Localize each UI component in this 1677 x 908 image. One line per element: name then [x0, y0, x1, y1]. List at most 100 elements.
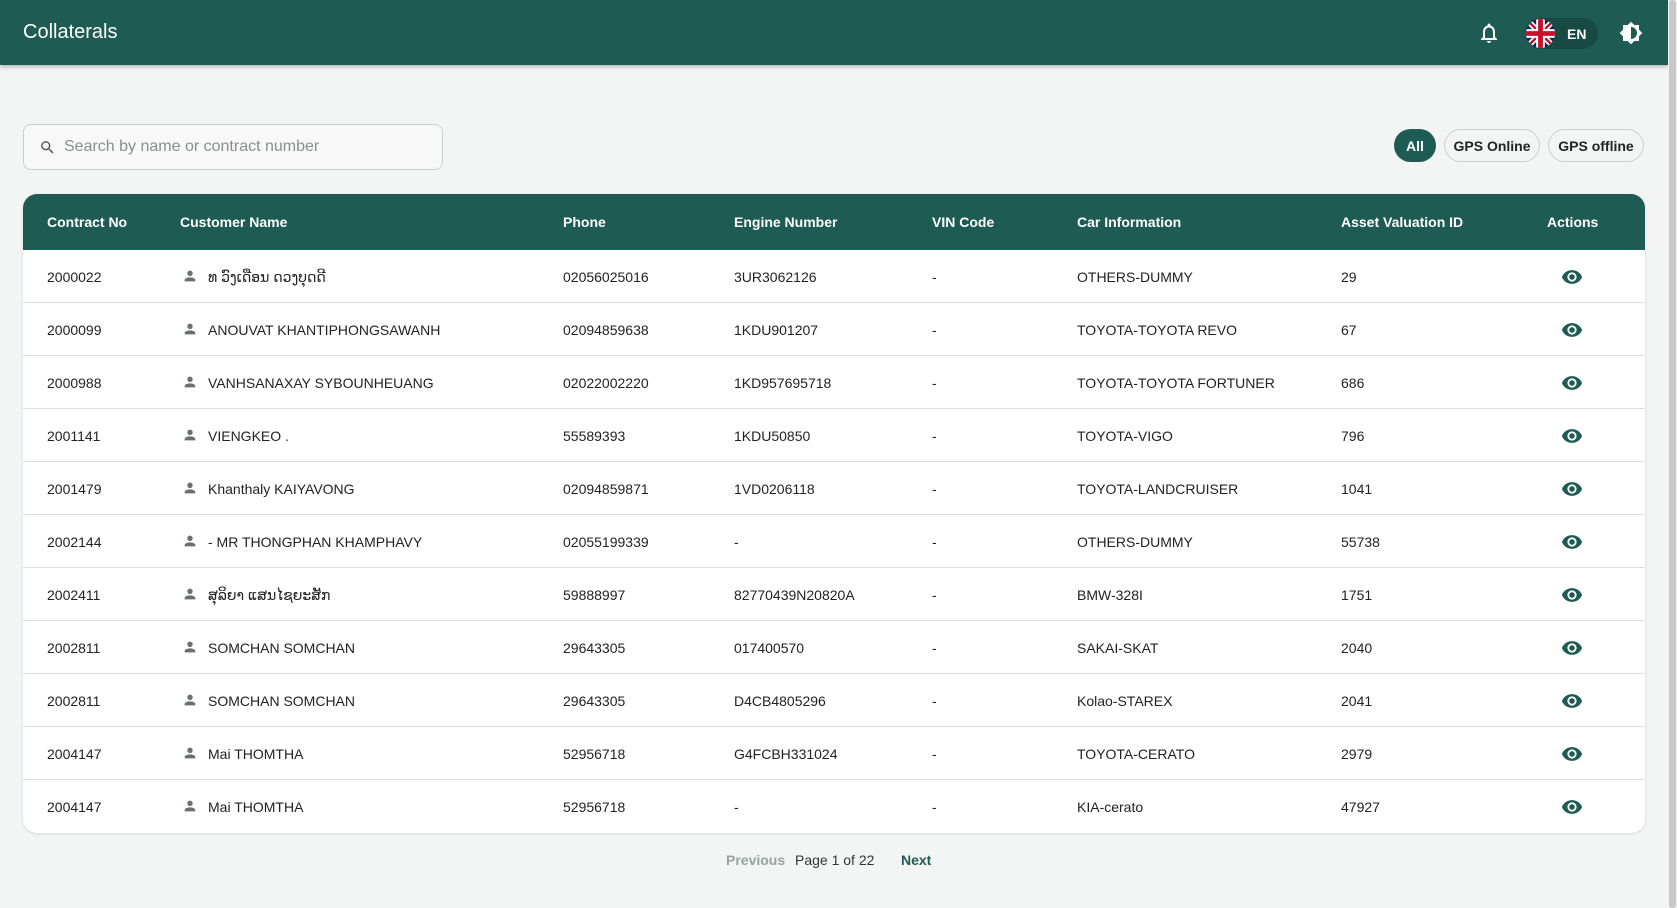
person-icon [182, 321, 198, 337]
customer-name-cell: Mai THOMTHA [208, 799, 304, 815]
contract-no-cell: 2004147 [47, 799, 102, 815]
engine-number-cell: 1KDU901207 [734, 322, 819, 338]
language-switcher[interactable]: EN [1525, 18, 1598, 49]
view-eye-icon[interactable] [1561, 584, 1583, 606]
person-icon [182, 374, 198, 390]
phone-cell: 02094859871 [563, 481, 649, 497]
column-header-asset-valuation-id[interactable]: Asset Valuation ID [1341, 214, 1463, 230]
vin-code-cell: - [932, 322, 937, 338]
view-eye-icon[interactable] [1561, 478, 1583, 500]
table-row[interactable]: 2002411 ສຸລິຍາ ແສນໄຊຍະສັກ 59888997 82770… [23, 568, 1645, 621]
customer-name-cell: SOMCHAN SOMCHAN [208, 693, 356, 709]
asset-valuation-id-cell: 2979 [1341, 746, 1373, 762]
person-icon [182, 798, 198, 814]
phone-cell: 02056025016 [563, 269, 649, 285]
column-header-vin-code[interactable]: VIN Code [932, 214, 994, 230]
page-info: Page 1 of 22 [795, 852, 875, 868]
contract-no-cell: 2000988 [47, 375, 102, 391]
filter-gps-offline-chip[interactable]: GPS offline [1548, 129, 1644, 162]
table-header: Contract No Customer Name Phone Engine N… [23, 194, 1645, 250]
car-information-cell: OTHERS-DUMMY [1077, 534, 1193, 550]
vin-code-cell: - [932, 269, 937, 285]
view-eye-icon[interactable] [1561, 372, 1583, 394]
column-header-actions: Actions [1547, 214, 1599, 230]
next-page-button[interactable]: Next [901, 852, 931, 868]
column-header-car-information[interactable]: Car Information [1077, 214, 1181, 230]
phone-cell: 29643305 [563, 693, 626, 709]
phone-cell: 02094859638 [563, 322, 649, 338]
person-icon [182, 745, 198, 761]
person-icon [182, 480, 198, 496]
contract-no-cell: 2001141 [47, 428, 101, 444]
uk-flag-icon [1526, 19, 1555, 48]
table-row[interactable]: 2002811 SOMCHAN SOMCHAN 29643305 0174005… [23, 621, 1645, 674]
brightness-icon[interactable] [1619, 21, 1643, 45]
column-header-engine-number[interactable]: Engine Number [734, 214, 837, 230]
contract-no-cell: 2002811 [47, 640, 101, 656]
previous-page-button[interactable]: Previous [726, 852, 785, 868]
view-eye-icon[interactable] [1561, 796, 1583, 818]
asset-valuation-id-cell: 67 [1341, 322, 1357, 338]
filter-all-chip[interactable]: All [1394, 129, 1436, 162]
view-eye-icon[interactable] [1561, 531, 1583, 553]
column-header-phone[interactable]: Phone [563, 214, 606, 230]
view-eye-icon[interactable] [1561, 637, 1583, 659]
table-row[interactable]: 2000988 VANHSANAXAY SYBOUNHEUANG 0202200… [23, 356, 1645, 409]
engine-number-cell: 017400570 [734, 640, 805, 656]
phone-cell: 55589393 [563, 428, 626, 444]
table-row[interactable]: 2001141 VIENGKEO . 55589393 1KDU50850 - … [23, 409, 1645, 462]
view-eye-icon[interactable] [1561, 425, 1583, 447]
customer-name-cell: SOMCHAN SOMCHAN [208, 640, 356, 656]
table-row[interactable]: 2001479 Khanthaly KAIYAVONG 02094859871 … [23, 462, 1645, 515]
car-information-cell: TOYOTA-VIGO [1077, 428, 1173, 444]
table-row[interactable]: 2002811 SOMCHAN SOMCHAN 29643305 D4CB480… [23, 674, 1645, 727]
vin-code-cell: - [932, 799, 937, 815]
table-row[interactable]: 2000099 ANOUVAT KHANTIPHONGSAWANH 020948… [23, 303, 1645, 356]
phone-cell: 02022002220 [563, 375, 649, 391]
view-eye-icon[interactable] [1561, 266, 1583, 288]
view-eye-icon[interactable] [1561, 690, 1583, 712]
column-header-contract-no[interactable]: Contract No [47, 214, 127, 230]
bell-icon[interactable] [1477, 21, 1501, 45]
asset-valuation-id-cell: 47927 [1341, 799, 1380, 815]
contract-no-cell: 2002144 [47, 534, 102, 550]
contract-no-cell: 2004147 [47, 746, 102, 762]
vin-code-cell: - [932, 746, 937, 762]
search-input[interactable] [64, 125, 434, 169]
table-row[interactable]: 2004147 Mai THOMTHA 52956718 - - KIA-cer… [23, 780, 1645, 833]
table-row[interactable]: 2004147 Mai THOMTHA 52956718 G4FCBH33102… [23, 727, 1645, 780]
asset-valuation-id-cell: 686 [1341, 375, 1365, 391]
asset-valuation-id-cell: 1751 [1341, 587, 1373, 603]
column-header-customer-name[interactable]: Customer Name [180, 214, 287, 230]
car-information-cell: KIA-cerato [1077, 799, 1144, 815]
engine-number-cell: G4FCBH331024 [734, 746, 838, 762]
contract-no-cell: 2000099 [47, 322, 102, 338]
asset-valuation-id-cell: 2040 [1341, 640, 1373, 656]
view-eye-icon[interactable] [1561, 743, 1583, 765]
engine-number-cell: 1KDU50850 [734, 428, 811, 444]
customer-name-cell: Mai THOMTHA [208, 746, 304, 762]
vin-code-cell: - [932, 640, 937, 656]
customer-name-cell: Khanthaly KAIYAVONG [208, 481, 355, 497]
filter-gps-online-chip[interactable]: GPS Online [1444, 129, 1540, 162]
contract-no-cell: 2000022 [47, 269, 102, 285]
asset-valuation-id-cell: 2041 [1341, 693, 1373, 709]
car-information-cell: Kolao-STAREX [1077, 693, 1173, 709]
table-row[interactable]: 2000022 ທ ວົງເດືອນ ດວງບຸດດີ 02056025016 … [23, 250, 1645, 303]
car-information-cell: TOYOTA-TOYOTA REVO [1077, 322, 1237, 338]
phone-cell: 52956718 [563, 799, 626, 815]
asset-valuation-id-cell: 29 [1341, 269, 1357, 285]
engine-number-cell: 82770439N20820A [734, 587, 855, 603]
table-row[interactable]: 2002144 - MR THONGPHAN KHAMPHAVY 0205519… [23, 515, 1645, 568]
search-box [23, 124, 443, 170]
contract-no-cell: 2002811 [47, 693, 101, 709]
engine-number-cell: D4CB4805296 [734, 693, 826, 709]
customer-name-cell: VIENGKEO . [208, 428, 289, 444]
vin-code-cell: - [932, 534, 937, 550]
engine-number-cell: 3UR3062126 [734, 269, 817, 285]
person-icon [182, 692, 198, 708]
scrollbar-thumb[interactable] [1669, 0, 1676, 908]
vin-code-cell: - [932, 587, 937, 603]
phone-cell: 59888997 [563, 587, 626, 603]
view-eye-icon[interactable] [1561, 319, 1583, 341]
